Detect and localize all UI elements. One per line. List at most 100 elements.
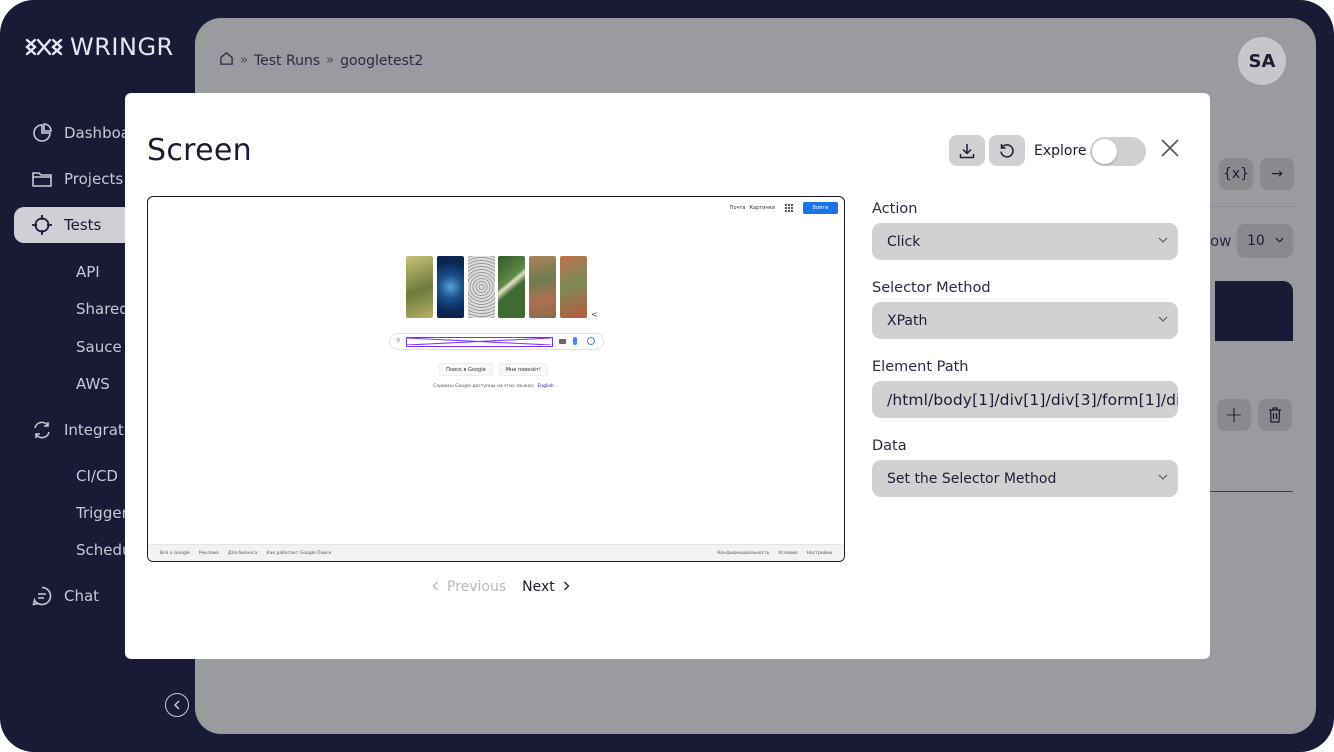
chevron-down-icon xyxy=(1158,316,1168,322)
chevron-down-icon xyxy=(1158,474,1168,480)
sidebar-subitem-aws[interactable]: AWS xyxy=(76,375,110,393)
arrow-right-button[interactable]: → xyxy=(1260,158,1294,190)
breadcrumb-current: googletest2 xyxy=(340,52,424,69)
close-icon xyxy=(1161,139,1179,157)
variables-button[interactable]: {x} xyxy=(1219,158,1253,190)
footer-link: Как работает Google Поиск xyxy=(266,551,332,556)
doodle-letter-g2 xyxy=(498,256,525,318)
chevron-left-icon xyxy=(432,581,438,591)
home-icon[interactable] xyxy=(219,51,234,70)
footer-link: Для бизнеса xyxy=(227,551,258,556)
download-icon xyxy=(959,143,975,158)
google-link-mail: Почта xyxy=(729,205,746,211)
rotate-ccw-icon xyxy=(1000,143,1014,158)
screen-frame: WRINGR Dashboard Projects Tests API Shar… xyxy=(0,0,1334,752)
divider xyxy=(1205,206,1297,207)
selector-method-select[interactable]: XPath xyxy=(872,302,1178,339)
screenshot-pager: Previous Next xyxy=(432,579,570,595)
breadcrumb-separator: » xyxy=(240,53,248,68)
selector-method-value: XPath xyxy=(887,312,928,329)
google-search-box: ⚲ xyxy=(389,333,604,350)
pie-chart-icon xyxy=(30,121,54,145)
modal-title: Screen xyxy=(147,133,252,168)
sidebar-subitem-sauce[interactable]: Sauce xyxy=(76,338,122,356)
footer-link: Условия xyxy=(778,551,798,556)
footer-link: Конфиденциальность xyxy=(717,551,770,556)
refresh-icon xyxy=(30,418,54,442)
trash-icon xyxy=(1269,407,1281,423)
sidebar-item-label: Projects xyxy=(64,170,124,188)
share-icon: < xyxy=(591,310,598,319)
languages-link: English xyxy=(537,384,554,389)
chevron-down-icon xyxy=(1275,237,1284,243)
doodle-letter-o2 xyxy=(468,256,495,318)
brand-logo[interactable]: WRINGR xyxy=(24,32,174,62)
keyboard-icon xyxy=(559,339,566,344)
google-languages: Сервисы Google доступны на этих языках: E… xyxy=(148,384,844,389)
crosshair-icon xyxy=(30,213,54,237)
google-footer: Всё о Google Реклама Для бизнеса Как раб… xyxy=(148,544,844,561)
wringr-logo-icon xyxy=(25,38,63,56)
screenshot-preview[interactable]: Почта Картинки Войти < ⚲ Поиск в Google … xyxy=(147,196,845,562)
chevron-right-icon xyxy=(563,581,570,591)
next-button[interactable]: Next xyxy=(522,579,570,595)
element-path-input[interactable]: /html/body[1]/div[1]/div[3]/form[1]/div[ xyxy=(872,381,1178,418)
table-header xyxy=(1215,281,1293,341)
google-search-button: Поиск в Google xyxy=(439,363,493,376)
action-value: Click xyxy=(887,233,921,250)
sidebar-subitem-cicd[interactable]: CI/CD xyxy=(76,467,118,485)
apps-grid-icon xyxy=(785,204,793,212)
data-select[interactable]: Set the Selector Method xyxy=(872,460,1178,497)
doodle-letter-e xyxy=(560,256,587,318)
action-select[interactable]: Click xyxy=(872,223,1178,260)
google-buttons: Поиск в Google Мне повезёт! xyxy=(148,363,844,376)
collapse-sidebar-button[interactable] xyxy=(165,693,189,717)
chevron-left-icon xyxy=(173,700,180,710)
sidebar-item-label: Chat xyxy=(64,587,100,605)
rows-per-page-select[interactable]: 10 xyxy=(1237,224,1293,258)
data-value: Set the Selector Method xyxy=(887,470,1057,487)
search-icon: ⚲ xyxy=(396,337,401,344)
app-shell: WRINGR Dashboard Projects Tests API Shar… xyxy=(0,0,1334,752)
previous-label: Previous xyxy=(447,579,507,595)
data-label: Data xyxy=(872,438,907,454)
breadcrumb-test-runs[interactable]: Test Runs xyxy=(254,53,320,69)
chevron-down-icon xyxy=(1158,237,1168,243)
lens-icon xyxy=(587,337,595,345)
doodle-letter-g xyxy=(406,256,433,318)
reset-button[interactable] xyxy=(989,135,1025,166)
explore-label: Explore xyxy=(1034,143,1087,159)
rows-per-page-value: 10 xyxy=(1247,233,1265,249)
folder-icon xyxy=(30,167,54,191)
chat-icon xyxy=(30,584,54,608)
brand-name: WRINGR xyxy=(70,33,174,61)
close-button[interactable] xyxy=(1159,137,1181,159)
previous-button[interactable]: Previous xyxy=(432,579,506,595)
sidebar-subitem-shared[interactable]: Shared xyxy=(76,300,129,318)
add-button[interactable]: + xyxy=(1217,399,1251,431)
selector-method-label: Selector Method xyxy=(872,280,991,296)
google-lucky-button: Мне повезёт! xyxy=(498,363,548,376)
element-path-value: /html/body[1]/div[1]/div[3]/form[1]/div[ xyxy=(887,390,1178,409)
action-label: Action xyxy=(872,201,918,217)
doodle-letter-o xyxy=(437,256,464,318)
breadcrumb-separator: » xyxy=(326,53,335,68)
footer-link: Настройки xyxy=(806,551,832,556)
explore-toggle[interactable] xyxy=(1090,137,1146,166)
google-link-images: Картинки xyxy=(749,205,776,211)
element-path-label: Element Path xyxy=(872,359,969,375)
next-label: Next xyxy=(522,579,555,595)
microphone-icon xyxy=(573,337,577,345)
footer-link: Всё о Google xyxy=(160,551,190,556)
sidebar-item-label: Tests xyxy=(64,216,102,234)
avatar[interactable]: SA xyxy=(1238,37,1286,85)
toggle-knob xyxy=(1092,139,1117,164)
download-button[interactable] xyxy=(949,135,985,166)
doodle-letter-l xyxy=(529,256,556,318)
footer-link: Реклама xyxy=(198,551,219,556)
google-signin-button: Войти xyxy=(803,202,838,214)
sidebar-subitem-api[interactable]: API xyxy=(76,263,100,281)
delete-button[interactable] xyxy=(1258,399,1292,431)
breadcrumb: » Test Runs » googletest2 xyxy=(219,51,423,70)
screen-modal: Screen Explore Почта Картинки Войти < ⚲ … xyxy=(125,93,1210,659)
